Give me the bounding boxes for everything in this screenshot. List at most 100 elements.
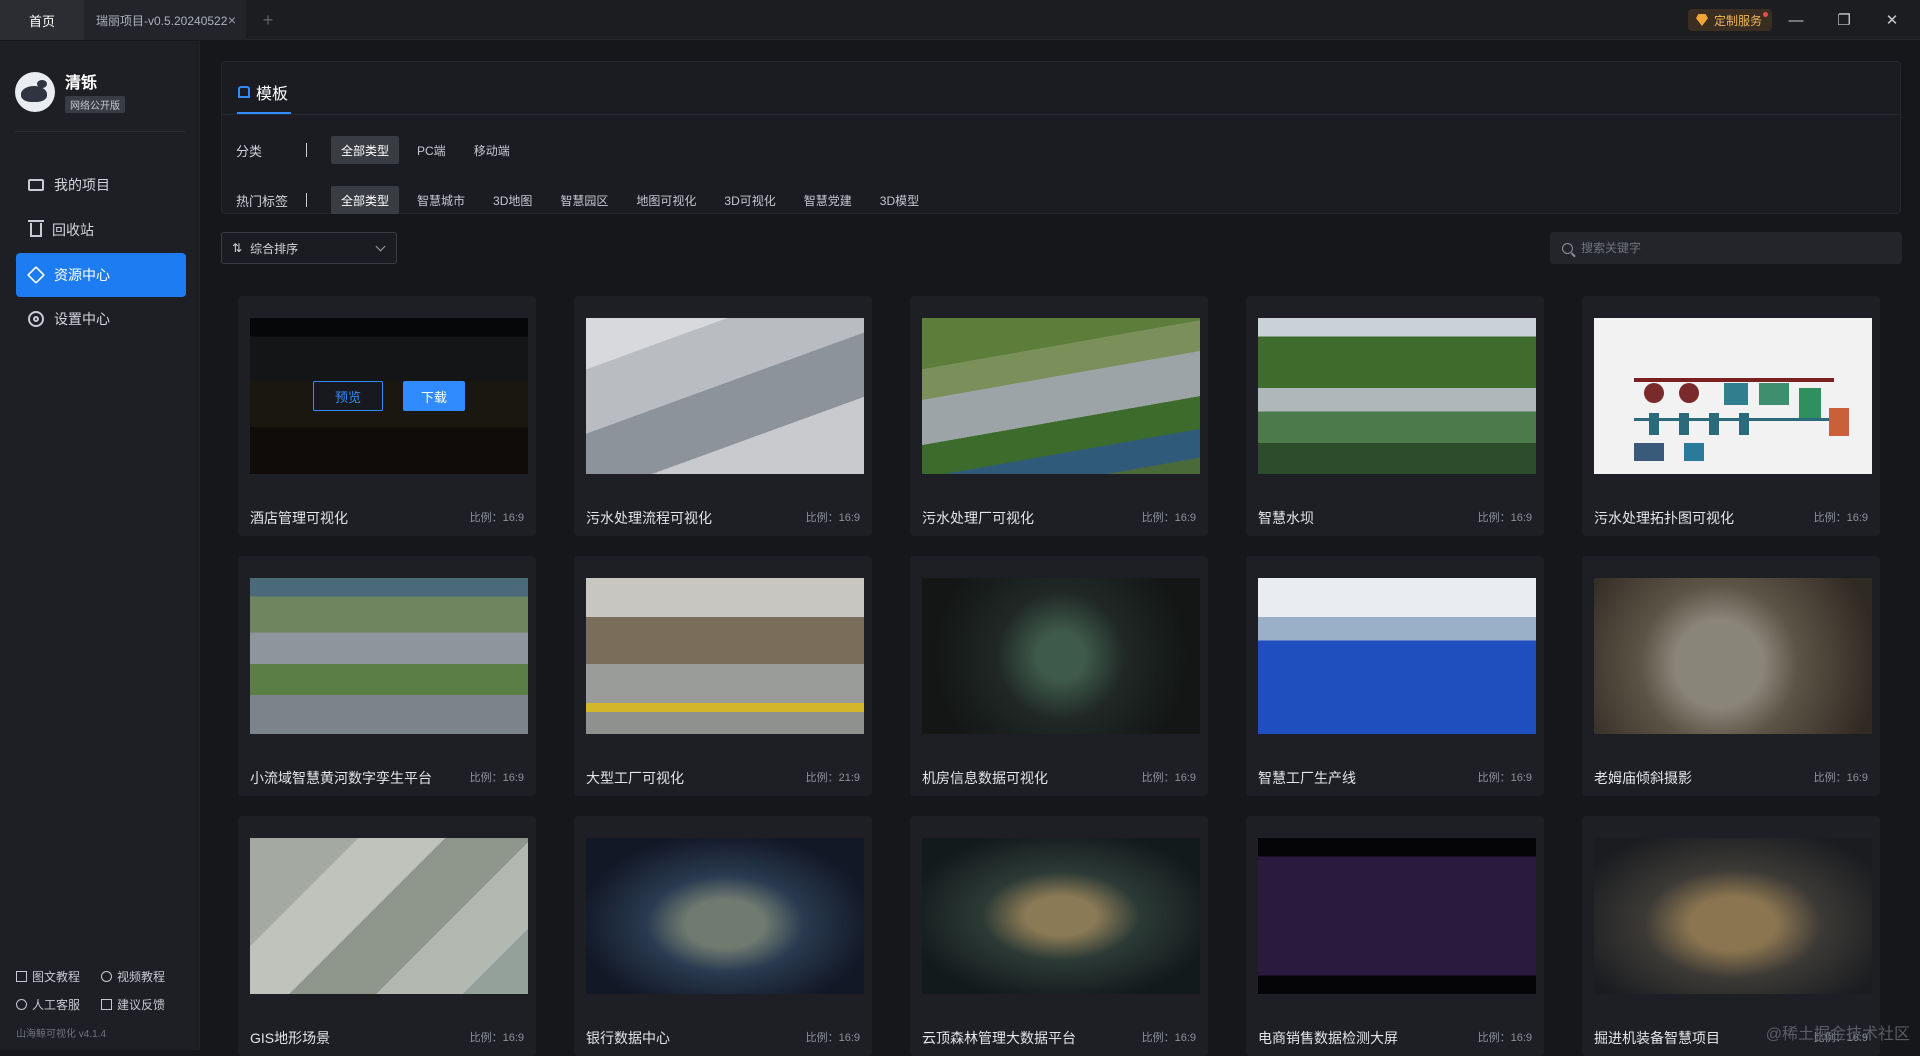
sidebar-item-resource-center[interactable]: 资源中心 xyxy=(16,253,186,297)
template-ratio: 比例：16:9 xyxy=(469,1032,524,1044)
close-tab-icon[interactable]: × xyxy=(228,12,236,28)
template-card[interactable]: 智慧水坝 比例：16:9 xyxy=(1246,296,1544,536)
template-card[interactable]: 预览 下载 酒店管理可视化 比例：16:9 xyxy=(238,296,536,536)
template-title: 污水处理拓扑图可视化 xyxy=(1594,510,1734,526)
template-card[interactable]: 污水处理厂可视化 比例：16:9 xyxy=(910,296,1208,536)
tag-chip-3d-model[interactable]: 3D模型 xyxy=(870,186,929,214)
video-tutorial-link[interactable]: 视频教程 xyxy=(101,968,165,985)
sidebar-item-label: 设置中心 xyxy=(54,311,110,327)
panel-divider xyxy=(222,114,1902,115)
sidebar: 清铄 网络公开版 我的项目 回收站 资源中心 设置中心 图文教程 视频教程 人工… xyxy=(0,41,200,1050)
template-thumbnail xyxy=(1258,318,1536,474)
tag-chip-3d-map[interactable]: 3D地图 xyxy=(483,186,542,214)
edition-badge: 网络公开版 xyxy=(65,96,125,113)
template-ratio: 比例：16:9 xyxy=(1477,1032,1532,1044)
title-bar: 首页 瑞丽项目-v0.5.20240522 × + 定制服务 — ❐ ✕ xyxy=(0,0,1920,40)
gear-icon xyxy=(28,311,44,327)
tag-chip-map-vis[interactable]: 地图可视化 xyxy=(626,186,706,214)
tag-chip-3d-vis[interactable]: 3D可视化 xyxy=(714,186,785,214)
template-thumbnail: 预览 下载 xyxy=(250,318,528,474)
play-icon xyxy=(101,971,112,982)
filter-panel: 模板 分类 全部类型 PC端 移动端 热门标签 全部类型 智慧城市 3D地图 智… xyxy=(221,61,1902,214)
template-card[interactable]: 大型工厂可视化 比例：21:9 xyxy=(574,556,872,796)
app-version: 山海鲸可视化 v4.1.4 xyxy=(16,1029,107,1040)
minimize-icon[interactable]: — xyxy=(1772,0,1820,40)
tag-chip-smart-city[interactable]: 智慧城市 xyxy=(407,186,475,214)
template-thumbnail xyxy=(1594,318,1872,474)
custom-service-button[interactable]: 定制服务 xyxy=(1687,9,1772,31)
hot-tags-label: 热门标签 xyxy=(236,193,289,209)
download-button[interactable]: 下载 xyxy=(403,381,465,411)
template-ratio: 比例：16:9 xyxy=(469,772,524,784)
category-chip-mobile[interactable]: 移动端 xyxy=(464,136,520,164)
template-thumbnail xyxy=(922,318,1200,474)
sidebar-item-settings[interactable]: 设置中心 xyxy=(16,297,186,341)
tag-chip-smart-party[interactable]: 智慧党建 xyxy=(794,186,862,214)
sort-select[interactable]: ⇅ 综合排序 xyxy=(221,232,397,264)
sidebar-divider xyxy=(15,131,185,132)
template-card[interactable]: 机房信息数据可视化 比例：16:9 xyxy=(910,556,1208,796)
notification-dot xyxy=(1763,12,1768,17)
sidebar-item-my-projects[interactable]: 我的项目 xyxy=(16,163,186,207)
diamond-icon xyxy=(1695,14,1708,26)
doc-tutorial-link[interactable]: 图文教程 xyxy=(16,968,80,985)
template-card[interactable]: GIS地形场景 比例：16:9 xyxy=(238,816,536,1056)
add-tab-icon[interactable]: + xyxy=(256,0,280,40)
template-ratio: 比例：16:9 xyxy=(1141,512,1196,524)
monitor-icon xyxy=(28,179,44,191)
restore-icon[interactable]: ❐ xyxy=(1820,0,1868,40)
template-title: 污水处理厂可视化 xyxy=(922,510,1034,526)
template-ratio: 比例：21:9 xyxy=(805,772,860,784)
template-title: 污水处理流程可视化 xyxy=(586,510,712,526)
tab-project[interactable]: 瑞丽项目-v0.5.20240522 × xyxy=(84,0,246,40)
template-card[interactable]: 智慧工厂生产线 比例：16:9 xyxy=(1246,556,1544,796)
custom-service-label: 定制服务 xyxy=(1713,13,1762,28)
document-icon xyxy=(16,971,27,982)
customer-service-link[interactable]: 人工客服 xyxy=(16,996,80,1013)
search-field[interactable] xyxy=(1550,232,1902,264)
template-card[interactable]: 小流域智慧黄河数字孪生平台 比例：16:9 xyxy=(238,556,536,796)
tab-home[interactable]: 首页 xyxy=(0,0,84,40)
search-input[interactable] xyxy=(1581,241,1881,255)
template-ratio: 比例：16:9 xyxy=(1477,772,1532,784)
topology-diagram-image xyxy=(1634,378,1849,461)
template-thumbnail xyxy=(1594,578,1872,734)
sort-label: 综合排序 xyxy=(250,241,299,256)
close-window-icon[interactable]: ✕ xyxy=(1868,0,1916,40)
template-card[interactable]: 老姆庙倾斜摄影 比例：16:9 xyxy=(1582,556,1880,796)
template-card[interactable]: 电商销售数据检测大屏 比例：16:9 xyxy=(1246,816,1544,1056)
user-name: 清铄 xyxy=(65,75,98,92)
category-chip-all[interactable]: 全部类型 xyxy=(331,136,400,164)
template-ratio: 比例：16:9 xyxy=(805,1032,860,1044)
template-card[interactable]: 银行数据中心 比例：16:9 xyxy=(574,816,872,1056)
template-thumbnail xyxy=(586,578,864,734)
category-label: 分类 xyxy=(236,143,263,159)
template-ratio: 比例：16:9 xyxy=(1141,1032,1196,1044)
template-title: 机房信息数据可视化 xyxy=(922,770,1048,786)
template-title: 智慧工厂生产线 xyxy=(1258,770,1356,786)
video-tutorial-label: 视频教程 xyxy=(117,970,166,984)
filter-separator xyxy=(306,193,307,207)
feedback-link[interactable]: 建议反馈 xyxy=(101,996,165,1013)
tag-chip-all[interactable]: 全部类型 xyxy=(331,186,400,214)
template-thumbnail xyxy=(586,318,864,474)
category-filter: 分类 全部类型 PC端 移动端 xyxy=(236,136,528,164)
category-chip-pc[interactable]: PC端 xyxy=(407,136,456,164)
template-card[interactable]: 污水处理拓扑图可视化 比例：16:9 xyxy=(1582,296,1880,536)
filter-separator xyxy=(306,143,307,157)
user-profile[interactable]: 清铄 网络公开版 xyxy=(15,69,125,114)
preview-button[interactable]: 预览 xyxy=(313,381,383,411)
sidebar-item-label: 资源中心 xyxy=(54,267,110,283)
template-card[interactable]: 云顶森林管理大数据平台 比例：16:9 xyxy=(910,816,1208,1056)
sidebar-item-recycle-bin[interactable]: 回收站 xyxy=(16,208,186,252)
sort-icon: ⇅ xyxy=(232,241,243,255)
template-card[interactable]: 污水处理流程可视化 比例：16:9 xyxy=(574,296,872,536)
tag-chip-smart-park[interactable]: 智慧园区 xyxy=(550,186,618,214)
hot-tags-filter: 热门标签 全部类型 智慧城市 3D地图 智慧园区 地图可视化 3D可视化 智慧党… xyxy=(236,186,937,214)
tab-project-label: 瑞丽项目-v0.5.20240522 xyxy=(96,13,228,28)
template-ratio: 比例：16:9 xyxy=(1813,772,1868,784)
template-thumbnail xyxy=(922,838,1200,994)
template-title: 智慧水坝 xyxy=(1258,510,1314,526)
template-icon xyxy=(238,86,250,98)
template-thumbnail xyxy=(586,838,864,994)
